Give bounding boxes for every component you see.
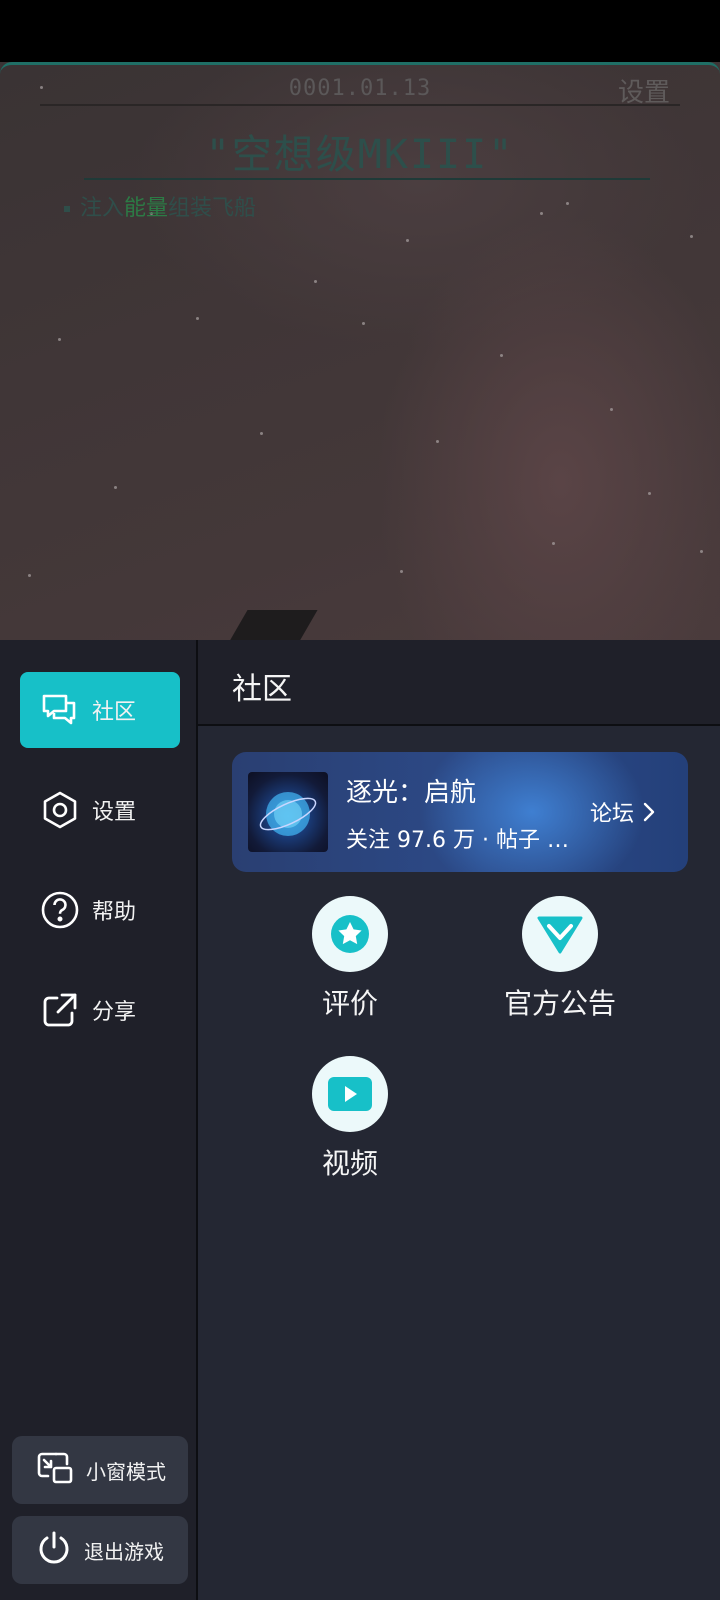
page-title: 社区: [232, 672, 292, 707]
game-hint: 注入能量组装飞船: [64, 190, 256, 222]
sidebar: 社区 设置 帮助 分享 小窗模式 退出游戏: [0, 640, 198, 1600]
game-viewport: 0001.01.13 设置 "空想级MKIII" 注入能量组装飞船: [0, 62, 720, 640]
mini-window-icon: [36, 1451, 74, 1489]
announcement-button[interactable]: 官方公告: [480, 896, 640, 1022]
sidebar-item-label: 社区: [92, 700, 137, 725]
announcement-label: 官方公告: [503, 987, 616, 1020]
hexagon-gear-icon: [40, 790, 80, 830]
sidebar-item-settings[interactable]: 设置: [20, 772, 180, 848]
forum-card[interactable]: 逐光：启航 关注 97.6 万 · 帖子 … 论坛: [232, 752, 688, 872]
share-external-icon: [40, 990, 80, 1030]
sidebar-item-community[interactable]: 社区: [20, 672, 180, 748]
hint-prefix: 注入: [80, 196, 125, 221]
power-icon: [36, 1530, 72, 1570]
exit-game-label: 退出游戏: [84, 1539, 164, 1564]
mini-window-label: 小窗模式: [86, 1459, 166, 1484]
chevron-right-icon: [642, 801, 656, 823]
forum-stats: 关注 97.6 万 · 帖子 …: [346, 828, 569, 853]
divider: [40, 104, 680, 106]
game-top-frame: [0, 62, 720, 74]
star-badge-icon: [312, 896, 388, 972]
diamond-chevron-icon: [522, 896, 598, 972]
sidebar-item-share[interactable]: 分享: [20, 972, 180, 1048]
forum-name: 逐光：启航: [346, 778, 477, 808]
sidebar-item-label: 帮助: [92, 900, 137, 925]
game-thumbnail: [248, 772, 328, 852]
rating-label: 评价: [321, 987, 378, 1020]
game-date: 0001.01.13: [288, 76, 432, 101]
sidebar-item-label: 分享: [92, 1000, 137, 1025]
chat-bubbles-icon: [40, 690, 80, 730]
ship-silhouette: [224, 610, 318, 640]
question-circle-icon: [40, 890, 80, 930]
hint-suffix: 组装飞船: [168, 196, 257, 221]
hint-highlight: 能量: [124, 196, 169, 221]
video-button[interactable]: 视频: [270, 1056, 430, 1182]
sidebar-item-help[interactable]: 帮助: [20, 872, 180, 948]
panel-header: 社区: [198, 640, 720, 726]
game-title: "空想级MKIII": [205, 132, 515, 178]
video-label: 视频: [321, 1147, 378, 1180]
mini-window-button[interactable]: 小窗模式: [12, 1436, 188, 1504]
rating-button[interactable]: 评价: [270, 896, 430, 1022]
exit-game-button[interactable]: 退出游戏: [12, 1516, 188, 1584]
play-video-icon: [312, 1056, 388, 1132]
sidebar-item-label: 设置: [92, 800, 137, 825]
divider: [84, 178, 650, 180]
community-panel: 社区 逐光：启航 关注 97.6 万 · 帖子 … 论坛 评价 官方公告 视频: [198, 640, 720, 1600]
forum-link[interactable]: 论坛: [590, 796, 656, 828]
forum-link-label: 论坛: [590, 802, 635, 827]
